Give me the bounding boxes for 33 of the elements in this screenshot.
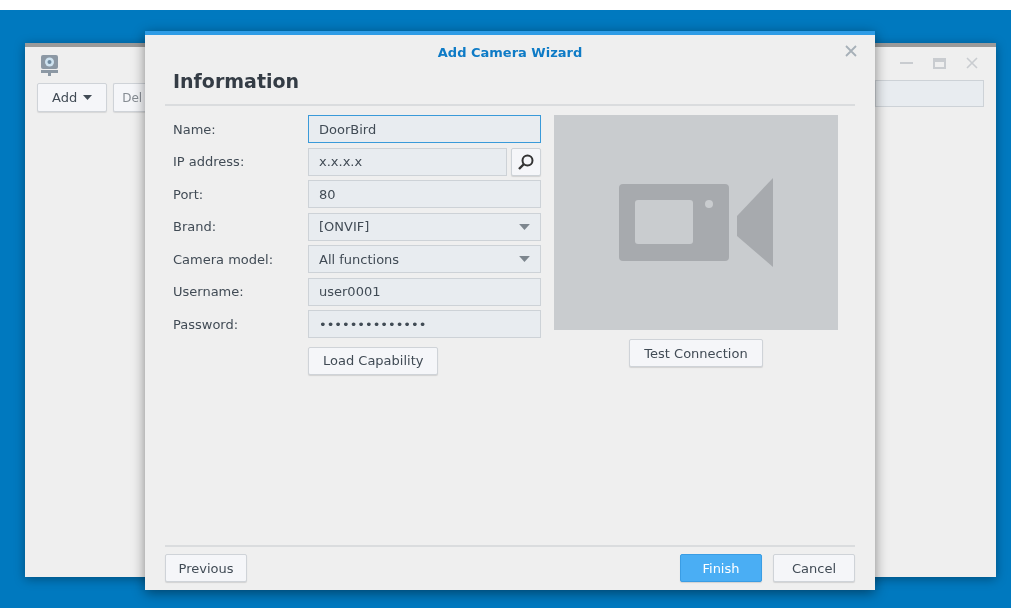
input-field[interactable]: x.x.x.x <box>308 147 507 176</box>
input-field[interactable]: DoorBird <box>308 115 541 143</box>
section-heading: Information <box>173 69 301 94</box>
field-label: Username: <box>173 284 245 299</box>
field-label: Password: <box>173 316 240 332</box>
caret-icon <box>83 95 93 100</box>
field-label: IP address: <box>173 154 246 169</box>
field-label: Name: <box>173 121 217 137</box>
dropdown-field[interactable]: All functions <box>308 245 541 273</box>
add-dropdown-button[interactable]: Add <box>37 83 108 112</box>
dropdown-field[interactable]: [ONVIF] <box>308 212 541 241</box>
input-field[interactable]: user0001 <box>308 277 541 306</box>
close-icon[interactable] <box>966 57 978 69</box>
close-icon[interactable] <box>845 45 857 57</box>
search-icon <box>518 153 534 170</box>
input-field[interactable]: •••••••••••••• <box>308 310 541 338</box>
dialog-button[interactable]: Previous <box>165 554 247 582</box>
input-field[interactable]: 80 <box>308 180 541 208</box>
search-button[interactable] <box>511 147 541 176</box>
test-connection-button[interactable]: Test Connection <box>629 339 763 367</box>
maximize-icon[interactable] <box>933 57 946 69</box>
caret-icon <box>519 223 530 230</box>
caret-icon <box>519 256 530 262</box>
app-icon <box>41 55 58 76</box>
search-field[interactable] <box>875 80 984 107</box>
load-capability-button[interactable]: Load Capability <box>308 346 439 375</box>
video-camera-icon <box>618 178 774 267</box>
dialog-title: Add Camera Wizard <box>436 44 584 62</box>
minimize-icon[interactable] <box>900 62 913 64</box>
field-label: Brand: <box>173 219 218 234</box>
field-label: Camera model: <box>173 251 274 267</box>
field-label: Port: <box>173 186 205 202</box>
dialog-button[interactable]: Cancel <box>773 554 855 582</box>
